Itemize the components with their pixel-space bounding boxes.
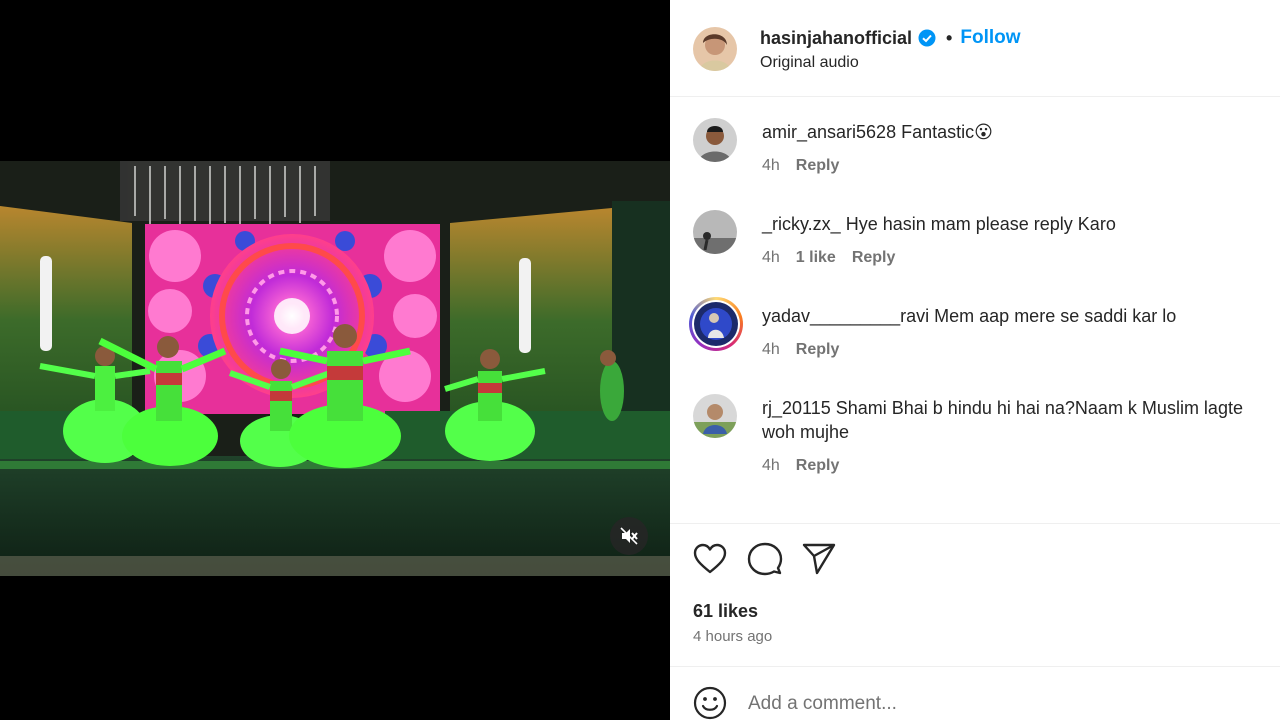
reply-button[interactable]: Reply	[796, 341, 840, 359]
verified-badge-icon	[918, 29, 936, 47]
reply-button[interactable]: Reply	[796, 457, 840, 475]
comment-text: Shami Bhai b hindu hi hai na?Naam k Musl…	[762, 398, 1243, 442]
comment-meta: 4h 1 like Reply	[762, 249, 895, 267]
commenter-avatar[interactable]	[693, 118, 737, 162]
heart-icon[interactable]	[692, 541, 728, 577]
comment-text: Hye hasin mam please reply Karo	[845, 214, 1116, 234]
comment-body: amir_ansari5628 Fantastic😮	[762, 120, 1274, 144]
commenter-avatar	[694, 302, 738, 346]
post-header: hasinjahanofficial • Follow Original aud…	[670, 0, 1280, 97]
speaker-muted-icon	[620, 527, 638, 545]
like-count[interactable]: 61 likes	[693, 601, 758, 622]
dance-performance-image	[0, 161, 670, 576]
comment-username[interactable]: yadav_________ravi	[762, 306, 929, 326]
divider	[670, 523, 1280, 524]
comment-body: yadav_________ravi Mem aap mere se saddi…	[762, 304, 1274, 328]
comment-like-count[interactable]: 1 like	[796, 249, 836, 267]
comment-time[interactable]: 4h	[762, 341, 780, 359]
comment-body: _ricky.zx_ Hye hasin mam please reply Ka…	[762, 212, 1274, 236]
author-avatar[interactable]	[693, 27, 737, 71]
comment-text: Fantastic😮	[901, 122, 993, 142]
mute-toggle-button[interactable]	[610, 517, 648, 555]
author-line: hasinjahanofficial • Follow	[760, 27, 1021, 49]
comment-body: rj_20115 Shami Bhai b hindu hi hai na?Na…	[762, 396, 1274, 444]
reply-button[interactable]: Reply	[796, 157, 840, 175]
story-ring[interactable]	[689, 297, 743, 351]
comment-time[interactable]: 4h	[762, 249, 780, 267]
comment-time[interactable]: 4h	[762, 457, 780, 475]
reply-button[interactable]: Reply	[852, 249, 896, 267]
comment-username[interactable]: _ricky.zx_	[762, 214, 841, 234]
comment-text: Mem aap mere se saddi kar lo	[934, 306, 1177, 326]
author-username[interactable]: hasinjahanofficial	[760, 28, 912, 49]
comment-meta: 4h Reply	[762, 457, 839, 475]
comment-username[interactable]: rj_20115	[762, 398, 831, 418]
comment-username[interactable]: amir_ansari5628	[762, 122, 896, 142]
divider	[670, 666, 1280, 667]
post-timestamp[interactable]: 4 hours ago	[693, 628, 772, 645]
separator-dot: •	[946, 27, 953, 48]
video-frame[interactable]	[0, 161, 670, 576]
follow-button[interactable]: Follow	[960, 27, 1020, 49]
audio-label[interactable]: Original audio	[760, 54, 859, 72]
comment-meta: 4h Reply	[762, 157, 839, 175]
video-player[interactable]	[0, 0, 670, 720]
commenter-avatar[interactable]	[693, 394, 737, 438]
comment-time[interactable]: 4h	[762, 157, 780, 175]
add-comment-input[interactable]	[748, 690, 1248, 718]
comment-meta: 4h Reply	[762, 341, 839, 359]
commenter-avatar[interactable]	[693, 210, 737, 254]
share-icon[interactable]	[801, 541, 837, 577]
post-side-panel: hasinjahanofficial • Follow Original aud…	[670, 0, 1280, 720]
comment-icon[interactable]	[747, 541, 783, 577]
smiley-icon[interactable]	[693, 686, 727, 720]
